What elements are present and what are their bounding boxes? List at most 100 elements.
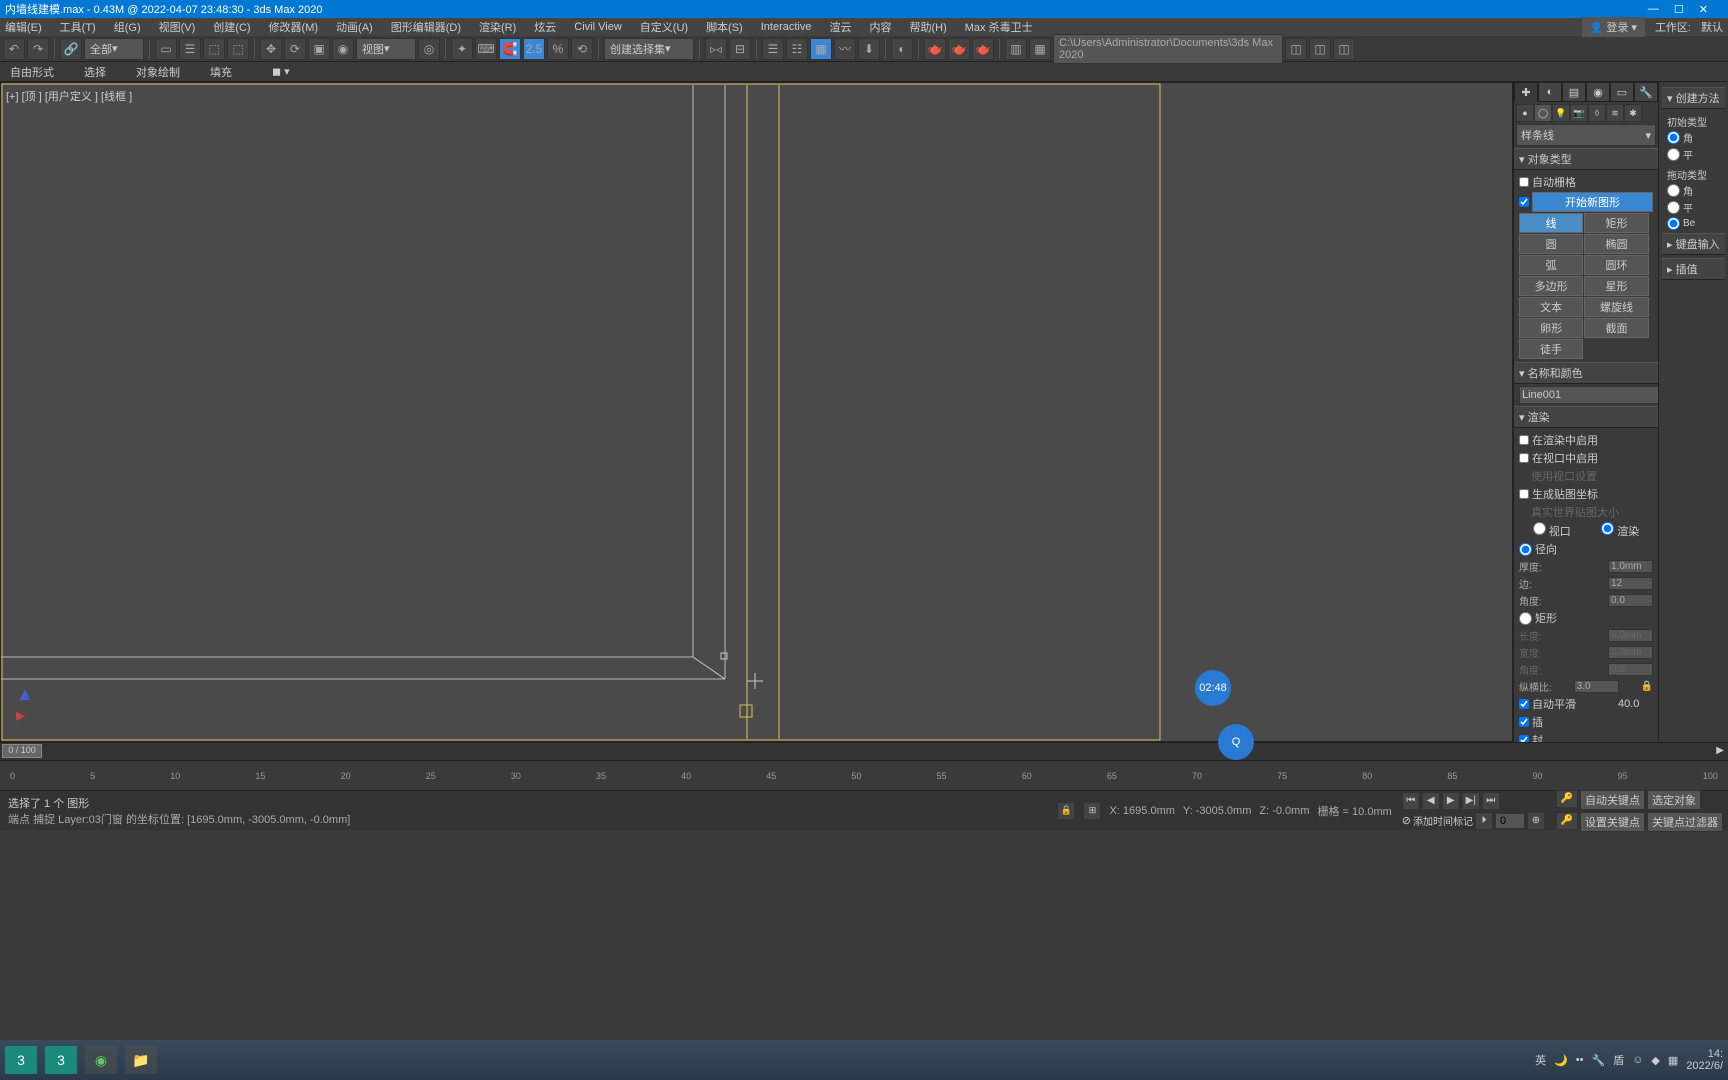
display-tab[interactable]: ▭	[1610, 82, 1634, 102]
ime-indicator[interactable]: 英	[1535, 1052, 1546, 1068]
initial-corner-radio[interactable]	[1667, 131, 1680, 144]
ribbon-tab-objectpaint[interactable]: 对象绘制	[136, 64, 180, 80]
autogrid-checkbox[interactable]	[1519, 177, 1529, 187]
menu-modifiers[interactable]: 修改器(M)	[269, 19, 319, 35]
keyfilter-btn[interactable]: 关键点过滤器	[1647, 812, 1723, 832]
scene-explorer-btn[interactable]: ▥	[1005, 38, 1027, 60]
render-frame-btn[interactable]: 🫖	[948, 38, 970, 60]
star-btn[interactable]: 星形	[1584, 276, 1648, 296]
freehand-btn[interactable]: 徒手	[1519, 339, 1583, 359]
cap-checkbox[interactable]	[1519, 735, 1529, 742]
redo-btn[interactable]: ↷	[27, 38, 49, 60]
tray-icon2[interactable]: ••	[1576, 1054, 1584, 1066]
text-btn[interactable]: 文本	[1519, 297, 1583, 317]
section-btn[interactable]: 截面	[1584, 318, 1648, 338]
extra-btn3[interactable]: ◫	[1333, 38, 1355, 60]
sides-spinner[interactable]: 12	[1608, 577, 1653, 590]
time-slider[interactable]: 0 / 100 ▶	[0, 742, 1728, 760]
material-editor-btn[interactable]: ◐	[891, 38, 913, 60]
drag-smooth-radio[interactable]	[1667, 201, 1680, 214]
aspect-spinner[interactable]: 3.0	[1574, 680, 1619, 693]
arc-btn[interactable]: 弧	[1519, 255, 1583, 275]
menu-animation[interactable]: 动画(A)	[336, 19, 373, 35]
rollout-interpolation[interactable]: ▸ 插值	[1662, 258, 1725, 280]
viewport[interactable]: [+] [顶 ] [用户定义 ] [线框 ] ▲▸	[0, 82, 1513, 742]
spacewarps-subtab[interactable]: ≋	[1606, 104, 1624, 122]
ribbon-tab-freeform[interactable]: 自由形式	[10, 64, 54, 80]
gen-mapping-checkbox[interactable]	[1519, 489, 1529, 499]
circle-btn[interactable]: 圆	[1519, 234, 1583, 254]
schematic-btn[interactable]: ⬇	[858, 38, 880, 60]
keyboard-shortcut-btn[interactable]: ⌨	[475, 38, 497, 60]
close-btn[interactable]: ✕	[1699, 3, 1708, 16]
coord-y[interactable]: Y: -3005.0mm	[1183, 805, 1251, 817]
goto-start-btn[interactable]: ⏮	[1402, 792, 1420, 810]
set-key-btn[interactable]: 🔑	[1556, 790, 1578, 808]
tray-icon7[interactable]: ▦	[1668, 1054, 1678, 1067]
menu-views[interactable]: 视图(V)	[159, 19, 196, 35]
prev-frame-btn[interactable]: ◀	[1422, 792, 1440, 810]
next-frame-btn[interactable]: ▶|	[1462, 792, 1480, 810]
menu-antivirus[interactable]: Max 杀毒卫士	[965, 19, 1033, 35]
rollout-creation-method[interactable]: ▾ 创建方法	[1662, 87, 1725, 109]
menu-scripting[interactable]: 脚本(S)	[706, 19, 743, 35]
angle-spinner[interactable]: 0.0	[1608, 594, 1653, 607]
enable-render-checkbox[interactable]	[1519, 435, 1529, 445]
render-setup-btn[interactable]: 🫖	[924, 38, 946, 60]
enable-viewport-checkbox[interactable]	[1519, 453, 1529, 463]
viewport-radio[interactable]	[1533, 522, 1546, 535]
menu-civilview[interactable]: Civil View	[574, 21, 621, 33]
autosmooth-checkbox[interactable]	[1519, 699, 1529, 709]
time-config-btn[interactable]: ⊕	[1527, 812, 1545, 830]
ellipse-btn[interactable]: 椭圆	[1584, 234, 1648, 254]
project-path[interactable]: C:\Users\Administrator\Documents\3ds Max…	[1053, 34, 1283, 64]
link-btn[interactable]: 🔗	[60, 38, 82, 60]
align-btn[interactable]: ⊟	[729, 38, 751, 60]
task-3dsmax2[interactable]: 3	[45, 1046, 77, 1074]
menu-help[interactable]: 帮助(H)	[909, 19, 946, 35]
cameras-subtab[interactable]: 📷	[1570, 104, 1588, 122]
time-slider-handle[interactable]: 0 / 100	[2, 744, 42, 758]
object-name-input[interactable]	[1519, 386, 1658, 404]
login-box[interactable]: 👤 登录 ▾	[1582, 17, 1645, 37]
hierarchy-tab[interactable]: ▤	[1562, 82, 1586, 102]
rectangle-btn[interactable]: 矩形	[1584, 213, 1648, 233]
rollout-rendering[interactable]: ▾ 渲染	[1514, 406, 1658, 428]
menu-xuanyun2[interactable]: 渲云	[829, 19, 851, 35]
motion-tab[interactable]: ◉	[1586, 82, 1610, 102]
angle-snap-btn[interactable]: 2.5	[523, 38, 545, 60]
scale-btn[interactable]: ▣	[308, 38, 330, 60]
key-mode-btn[interactable]: ⏵	[1475, 812, 1493, 830]
donut-btn[interactable]: 圆环	[1584, 255, 1648, 275]
startnewshape-checkbox[interactable]	[1519, 197, 1529, 207]
rotate-btn[interactable]: ⟳	[284, 38, 306, 60]
qq-bubble[interactable]: Q	[1218, 724, 1254, 760]
minimize-btn[interactable]: —	[1648, 3, 1659, 16]
pivot-btn[interactable]: ◎	[418, 38, 440, 60]
recording-bubble[interactable]: 02:48	[1195, 670, 1231, 706]
setkey-btn[interactable]: 设置关键点	[1580, 812, 1645, 832]
menu-customize[interactable]: 自定义(U)	[640, 19, 688, 35]
goto-end-btn[interactable]: ⏭	[1482, 792, 1500, 810]
coord-z[interactable]: Z: -0.0mm	[1259, 805, 1309, 817]
select-name-btn[interactable]: ☰	[179, 38, 201, 60]
interp-checkbox[interactable]	[1519, 717, 1529, 727]
menu-content[interactable]: 内容	[869, 19, 891, 35]
rect-radio[interactable]	[1519, 612, 1532, 625]
helpers-subtab[interactable]: ◊	[1588, 104, 1606, 122]
curve-editor-btn[interactable]: 〰	[834, 38, 856, 60]
percent-snap-btn[interactable]: %	[547, 38, 569, 60]
menu-rendering[interactable]: 渲染(R)	[479, 19, 516, 35]
tray-icon3[interactable]: 🔧	[1591, 1054, 1605, 1067]
task-explorer[interactable]: 📁	[125, 1046, 157, 1074]
radial-radio[interactable]	[1519, 543, 1532, 556]
render-btn[interactable]: 🫖	[972, 38, 994, 60]
timeline-ruler[interactable]: 0 5 10 15 20 25 30 35 40 45 50 55 60 65 …	[0, 760, 1728, 790]
placement-btn[interactable]: ◉	[332, 38, 354, 60]
initial-smooth-radio[interactable]	[1667, 148, 1680, 161]
thickness-spinner[interactable]: 1.0mm	[1608, 560, 1653, 573]
menu-tools[interactable]: 工具(T)	[60, 19, 96, 35]
geometry-subtab[interactable]: ●	[1516, 104, 1534, 122]
select-region-btn[interactable]: ⬚	[203, 38, 225, 60]
menu-group[interactable]: 组(G)	[114, 19, 141, 35]
